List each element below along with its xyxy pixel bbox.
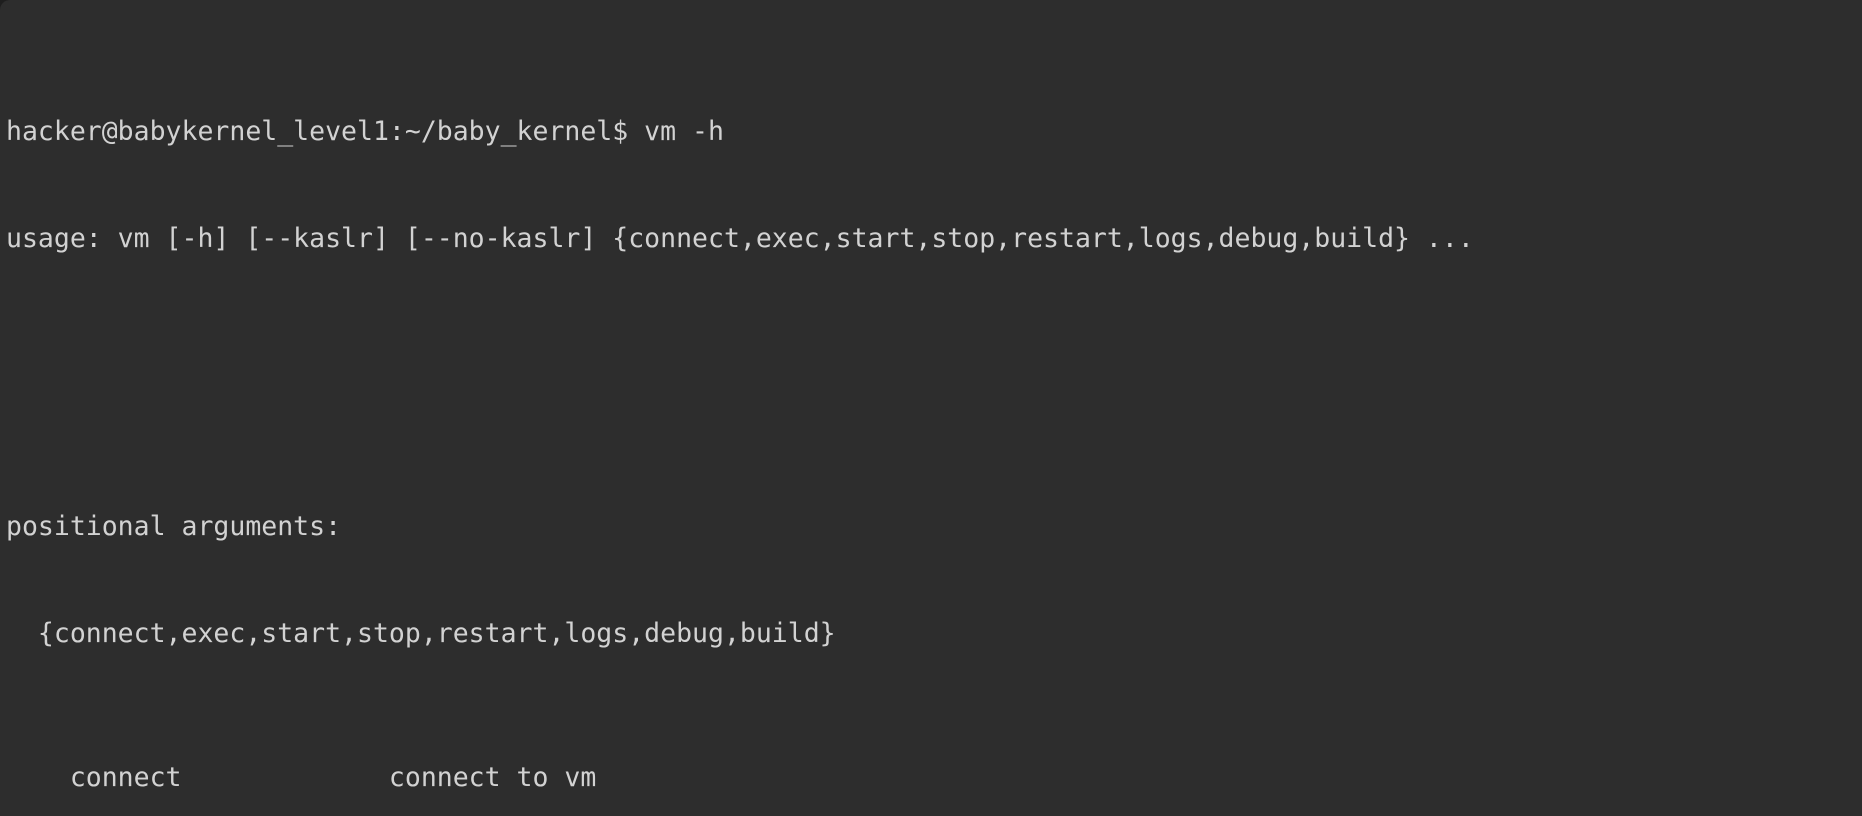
blank-line-1 <box>6 365 1862 401</box>
terminal-window[interactable]: hacker@babykernel_level1:~/baby_kernel$ … <box>0 0 1862 816</box>
command-line: hacker@babykernel_level1:~/baby_kernel$ … <box>6 115 724 147</box>
terminal-screen[interactable]: hacker@babykernel_level1:~/baby_kernel$ … <box>6 6 1862 816</box>
usage-line: usage: vm [-h] [--kaslr] [--no-kaslr] {c… <box>6 223 1474 255</box>
positional-row-connect: connect connect to vm <box>6 761 597 793</box>
positional-arguments-header: positional arguments: <box>6 510 342 542</box>
subcommand-choices-line: {connect,exec,start,stop,restart,logs,de… <box>6 618 836 650</box>
